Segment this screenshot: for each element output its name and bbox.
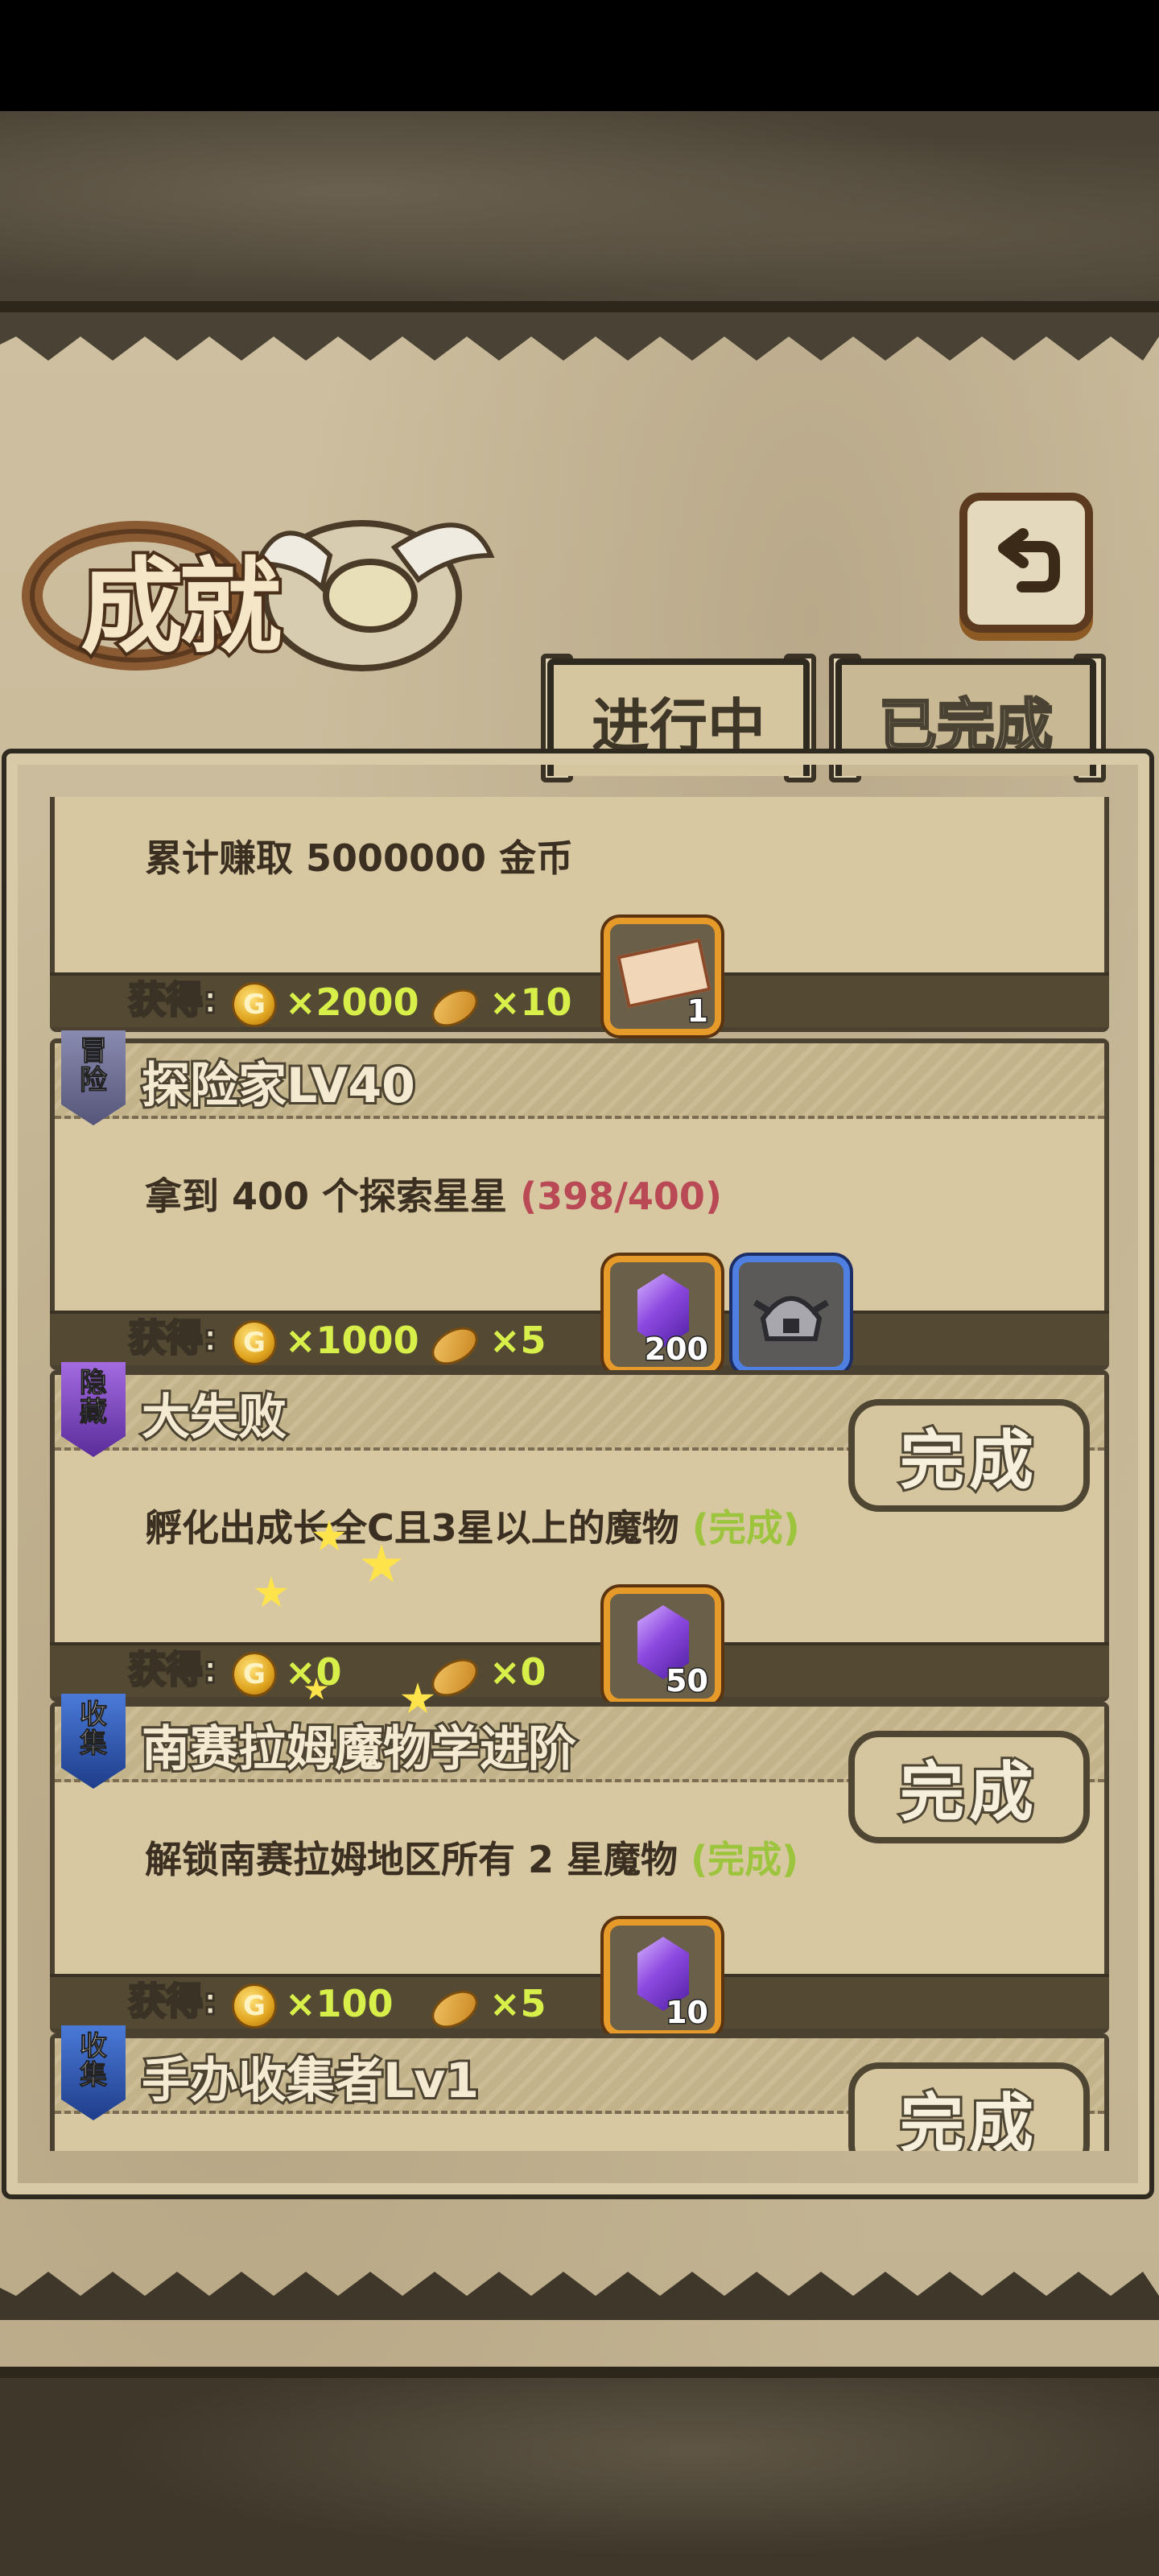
achievement-description: 累计赚取 5000000 金币: [145, 836, 574, 880]
reward-bar: 获得: G ×100 ×5: [50, 1974, 1109, 2036]
achievement-name: 南赛拉姆魔物学进阶: [139, 1719, 579, 1780]
gold-coin-icon: G: [232, 1984, 277, 2029]
parchment-bottom-edge: [0, 2272, 1159, 2320]
bread-quantity: ×5: [489, 1319, 547, 1362]
reward-label: 获得:: [127, 977, 218, 1023]
reward-item-ticket[interactable]: 1: [604, 918, 721, 1035]
coin-quantity: ×2000: [285, 980, 419, 1024]
back-button[interactable]: [959, 493, 1093, 633]
bread-icon: [425, 1319, 485, 1373]
achievement-card: 冒险 探险家LV40 拿到 400 个探索星星 (398/400) 获得: G …: [50, 1030, 1109, 1373]
map-background-bottom: [0, 2367, 1159, 2576]
complete-button[interactable]: 完成: [848, 2062, 1090, 2151]
reward-label: 获得:: [127, 1647, 218, 1693]
sparkle-star-icon: [254, 1576, 288, 1608]
progress-text: (完成): [691, 1506, 800, 1550]
achievement-name: 大失败: [139, 1387, 289, 1448]
achievement-card: 收集 南赛拉姆魔物学进阶 完成 解锁南赛拉姆地区所有 2 星魔物 (完成) 获得…: [50, 1678, 1109, 2037]
achievement-name: 探险家LV40: [139, 1055, 418, 1117]
achievement-card: 收集 手办收集者Lv1 完成: [50, 2025, 1109, 2151]
map-background-top: [0, 111, 1159, 312]
achievement-description: 拿到 400 个探索星星 (398/400): [145, 1174, 722, 1218]
reward-item-gem[interactable]: 50: [604, 1587, 721, 1705]
gold-coin-icon: G: [232, 982, 277, 1027]
achievement-description: 解锁南赛拉姆地区所有 2 星魔物 (完成): [145, 1838, 799, 1881]
achievement-card: 累计赚取 5000000 金币 获得: G ×2000 ×10 1: [50, 797, 1109, 1035]
reward-bar: 获得: G ×1000 ×5: [50, 1311, 1109, 1373]
coin-quantity: ×100: [285, 1982, 394, 2025]
item-count: 200: [643, 1331, 709, 1368]
reward-item-helmet[interactable]: [732, 1256, 850, 1373]
progress-text: (完成): [691, 1838, 799, 1881]
progress-text: (398/400): [520, 1174, 722, 1218]
gold-coin-icon: G: [232, 1652, 277, 1697]
item-count: 1: [686, 993, 710, 1030]
reward-label: 获得:: [127, 1979, 218, 2025]
back-arrow-icon: [998, 528, 1060, 592]
achievement-description: 孵化出成长全C且3星以上的魔物 (完成): [145, 1506, 800, 1550]
page-title: 成就: [77, 543, 285, 671]
bread-icon: [425, 1651, 485, 1704]
complete-button[interactable]: 完成: [848, 1399, 1090, 1512]
bread-quantity: ×0: [489, 1650, 547, 1694]
achievement-list[interactable]: 累计赚取 5000000 金币 获得: G ×2000 ×10 1 冒险 探险家…: [50, 797, 1109, 2151]
reward-item-gem[interactable]: 200: [604, 1256, 721, 1373]
bread-quantity: ×10: [489, 980, 572, 1024]
reward-label: 获得:: [127, 1315, 218, 1361]
item-count: 50: [665, 1662, 710, 1700]
complete-button[interactable]: 完成: [848, 1731, 1090, 1843]
reward-bar: 获得: G ×0 ×0: [50, 1642, 1109, 1704]
gold-coin-icon: G: [232, 1320, 277, 1365]
reward-item-gem[interactable]: 10: [604, 1919, 721, 2037]
coin-quantity: ×1000: [285, 1319, 419, 1362]
achievement-name: 手办收集者Lv1: [139, 2050, 481, 2112]
reward-bar: 获得: G ×2000 ×10: [50, 972, 1109, 1034]
bread-quantity: ×5: [489, 1982, 547, 2025]
status-bar: [0, 0, 1159, 111]
helmet-icon: [753, 1296, 830, 1341]
bread-icon: [425, 981, 485, 1034]
item-count: 10: [665, 1994, 710, 2032]
achievement-card: 隐藏 大失败 完成 孵化出成长全C且3星以上的魔物 (完成) 获得: G ×0 …: [50, 1362, 1109, 1705]
bread-icon: [425, 1983, 485, 2036]
parchment-top-edge: [0, 312, 1159, 361]
